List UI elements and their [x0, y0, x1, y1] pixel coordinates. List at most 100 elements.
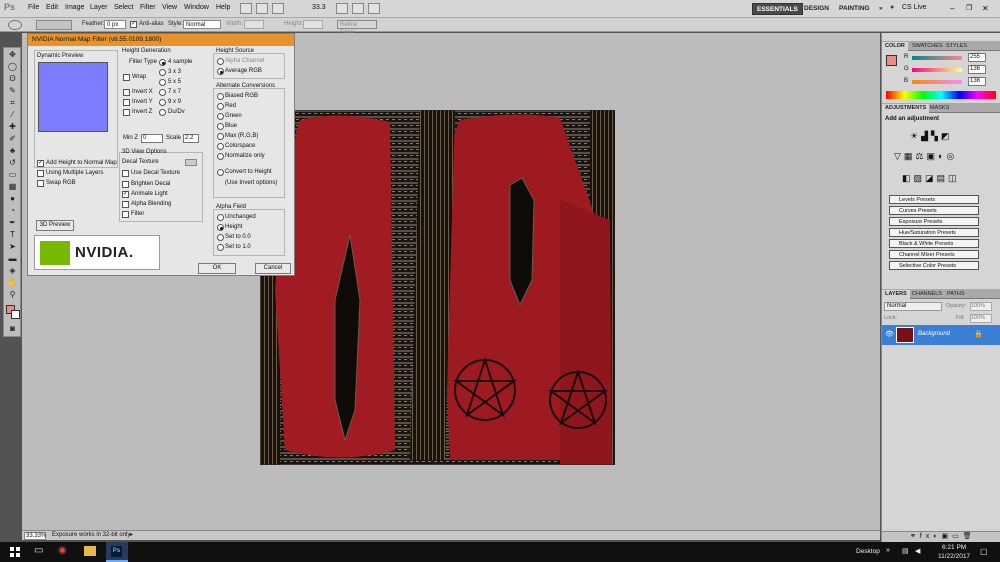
brighten-decal-checkbox[interactable]: [122, 181, 129, 188]
preset-channel-mixer[interactable]: Channel Mixer Presets: [889, 250, 979, 259]
max-rgb-radio[interactable]: [217, 133, 224, 140]
volume-icon[interactable]: ◀: [915, 547, 920, 555]
adjustment-icons-row-2[interactable]: ▽▦⚖▣◐◎: [894, 151, 990, 163]
eyedropper-tool-icon[interactable]: ⁄: [7, 110, 18, 120]
crop-tool-icon[interactable]: ⌗: [7, 98, 18, 108]
file-explorer-icon[interactable]: [84, 546, 96, 556]
width-input[interactable]: [244, 20, 264, 29]
average-rgb-radio[interactable]: [217, 68, 224, 75]
3d-tool-icon[interactable]: ◈: [7, 266, 18, 276]
filter-checkbox[interactable]: [122, 211, 129, 218]
fill-value[interactable]: 100%: [970, 314, 992, 323]
layers-bottom-toolbar[interactable]: ⚭fx◐▣▭🗑: [882, 531, 1000, 542]
chrome-icon[interactable]: ◉: [58, 545, 67, 556]
refine-edge-button[interactable]: Refine Edge...: [337, 20, 377, 36]
tab-color[interactable]: COLOR: [882, 42, 908, 51]
biased-rgb-radio[interactable]: [217, 93, 224, 100]
min-z-input[interactable]: 0: [141, 134, 163, 143]
unchanged-radio[interactable]: [217, 214, 224, 221]
ok-button[interactable]: OK: [198, 263, 236, 274]
hand-tool-icon[interactable]: ✋: [7, 278, 18, 288]
multiple-layers-checkbox[interactable]: [37, 170, 44, 177]
preset-levels[interactable]: Levels Presets: [889, 195, 979, 204]
dodge-tool-icon[interactable]: ◔: [7, 206, 18, 216]
desktop-toolbar[interactable]: Desktop: [856, 548, 880, 555]
feather-input[interactable]: 0 px: [104, 20, 126, 29]
menu-window[interactable]: Window: [184, 4, 209, 11]
invert-x-checkbox[interactable]: [123, 89, 130, 96]
status-zoom[interactable]: 33.33%: [24, 532, 46, 540]
layer-row-background[interactable]: 👁 Background 🔒: [882, 325, 1000, 345]
r-value[interactable]: 255: [968, 53, 986, 62]
bridge-icon[interactable]: [240, 3, 252, 14]
spot-healing-tool-icon[interactable]: ✚: [7, 122, 18, 132]
tab-styles[interactable]: STYLES: [943, 42, 970, 51]
status-menu-arrow-icon[interactable]: ▸: [130, 531, 133, 538]
preview-3d-button[interactable]: 3D Preview: [36, 220, 74, 231]
windows-start-icon[interactable]: [10, 547, 20, 557]
zoom-tool-icon[interactable]: ⚲: [7, 290, 18, 300]
style-select[interactable]: Normal: [183, 20, 221, 29]
red-radio[interactable]: [217, 103, 224, 110]
sample-7x7-radio[interactable]: [159, 89, 166, 96]
b-slider[interactable]: [912, 80, 962, 84]
background-color-swatch[interactable]: [11, 310, 20, 319]
path-selection-tool-icon[interactable]: ➤: [7, 242, 18, 252]
quick-selection-tool-icon[interactable]: ✎: [7, 86, 18, 96]
screen-mode-icon[interactable]: [368, 3, 380, 14]
close-icon[interactable]: ✕: [982, 4, 989, 13]
green-radio[interactable]: [217, 113, 224, 120]
menu-layer[interactable]: Layer: [90, 4, 108, 11]
clone-stamp-tool-icon[interactable]: ♣: [7, 146, 18, 156]
network-icon[interactable]: ▤: [902, 547, 909, 555]
menu-filter[interactable]: Filter: [140, 4, 156, 11]
swap-rgb-checkbox[interactable]: [37, 180, 44, 187]
photoshop-taskbar-button[interactable]: Ps: [106, 542, 128, 562]
sample-3x3-radio[interactable]: [159, 69, 166, 76]
workspace-essentials[interactable]: ESSENTIALS: [752, 3, 803, 15]
g-value[interactable]: 136: [968, 65, 986, 74]
notifications-icon[interactable]: ▢: [980, 547, 988, 556]
set-one-radio[interactable]: [217, 244, 224, 251]
selection-mode-icons[interactable]: [36, 20, 72, 30]
tab-layers[interactable]: LAYERS: [882, 290, 910, 299]
workspace-design[interactable]: DESIGN: [800, 3, 833, 15]
minibridge-icon[interactable]: [256, 3, 268, 14]
quick-mask-icon[interactable]: ◙: [7, 324, 18, 334]
workspace-more-icon[interactable]: »: [875, 3, 887, 15]
preset-black-white[interactable]: Black & White Presets: [889, 239, 979, 248]
minimize-icon[interactable]: –: [950, 4, 954, 13]
preset-exposure[interactable]: Exposure Presets: [889, 217, 979, 226]
g-slider[interactable]: [912, 68, 962, 72]
normalize-only-radio[interactable]: [217, 153, 224, 160]
layer-name[interactable]: Background: [918, 331, 950, 337]
tab-channels[interactable]: CHANNELS: [909, 290, 945, 299]
sample-9x9-radio[interactable]: [159, 99, 166, 106]
colorspace-radio[interactable]: [217, 143, 224, 150]
cs-live-button[interactable]: CS Live: [902, 4, 927, 11]
r-slider[interactable]: [912, 56, 962, 60]
visibility-eye-icon[interactable]: 👁: [885, 330, 894, 338]
alpha-channel-radio[interactable]: [217, 58, 224, 65]
cancel-button[interactable]: Cancel: [255, 263, 291, 274]
height-input[interactable]: [303, 20, 323, 29]
adjustment-icons-row-3[interactable]: ◧▨◪▤◫: [902, 173, 982, 185]
menu-file[interactable]: File: [28, 4, 39, 11]
lasso-tool-icon[interactable]: ʘ: [7, 74, 18, 84]
clock-time[interactable]: 6:21 PM: [942, 544, 966, 551]
marquee-tool-icon[interactable]: ◯: [7, 62, 18, 72]
menu-edit[interactable]: Edit: [46, 4, 58, 11]
shape-tool-icon[interactable]: ▬: [7, 254, 18, 264]
use-decal-checkbox[interactable]: [122, 170, 129, 177]
arrange-documents-icon[interactable]: [352, 3, 364, 14]
task-view-icon[interactable]: ▭: [34, 545, 43, 556]
sample-5x5-radio[interactable]: [159, 79, 166, 86]
height-radio[interactable]: [217, 224, 224, 231]
menu-select[interactable]: Select: [114, 4, 133, 11]
color-spectrum-bar[interactable]: [886, 91, 996, 99]
gradient-tool-icon[interactable]: ▦: [7, 182, 18, 192]
decal-texture-button[interactable]: [185, 159, 197, 166]
tab-masks[interactable]: MASKS: [927, 104, 952, 113]
menu-image[interactable]: Image: [65, 4, 84, 11]
blend-mode-select[interactable]: Normal: [884, 302, 942, 311]
